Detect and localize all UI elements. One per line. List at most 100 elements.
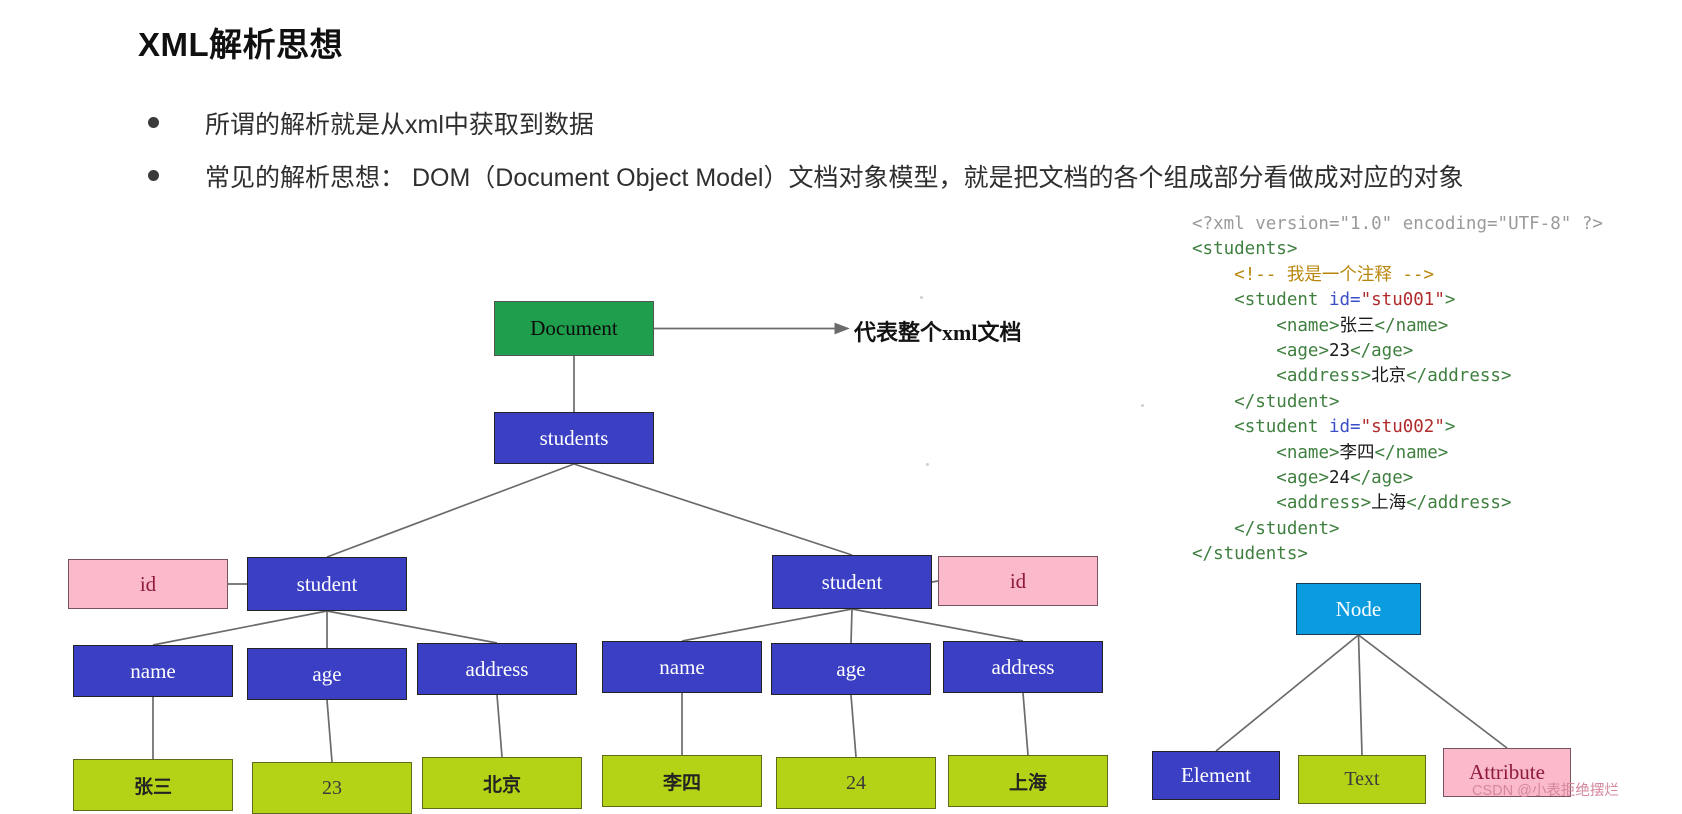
node-label: 张三: [133, 776, 172, 798]
code-line: <students>: [1192, 237, 1603, 262]
bullet-dot-icon: [148, 170, 159, 181]
node-label: Node: [1335, 596, 1382, 621]
code-line: <student id="stu002">: [1192, 415, 1603, 440]
code-token: <age>: [1276, 341, 1329, 362]
dom-node-name2[interactable]: name: [602, 641, 762, 693]
node-label: student: [821, 569, 883, 594]
node-label: student: [296, 571, 358, 596]
node-label: age: [312, 661, 342, 686]
dom-node-address2[interactable]: address: [943, 641, 1103, 693]
code-token: <address>: [1276, 366, 1372, 387]
code-token: <age>: [1276, 468, 1329, 489]
code-token: 23: [1328, 341, 1351, 362]
code-token: </address>: [1406, 366, 1512, 387]
code-line: <student id="stu001">: [1192, 288, 1603, 313]
node-label: 上海: [1008, 772, 1047, 794]
code-token: </student>: [1234, 391, 1340, 412]
code-line: <name>李四</name>: [1192, 441, 1603, 466]
xml-code-block: <?xml version="1.0" encoding="UTF-8" ?> <…: [1192, 212, 1603, 568]
code-token: <name>: [1276, 315, 1340, 336]
code-token: <!-- 我是一个注释 -->: [1234, 264, 1434, 285]
dom-node-val-addr2[interactable]: 上海: [948, 755, 1108, 807]
code-token: <address>: [1276, 493, 1372, 514]
code-line: <address>上海</address>: [1192, 491, 1603, 516]
node-label: id: [1009, 568, 1027, 593]
dom-node-age1[interactable]: age: [247, 648, 407, 700]
connector-line: [326, 610, 498, 644]
document-annotation: 代表整个xml文档: [854, 320, 1022, 345]
bullet-item-2: 常见的解析思想： DOM（Document Object Model）文档对象模…: [148, 158, 1463, 194]
dom-node-age2[interactable]: age: [771, 643, 931, 695]
connector-line: [1357, 634, 1508, 749]
node-label: 北京: [482, 774, 521, 796]
code-token: id=: [1328, 290, 1361, 311]
node-label: 李四: [662, 772, 701, 794]
code-token: 上海: [1371, 493, 1407, 514]
connector-line: [1357, 634, 1363, 756]
dom-node-val-addr1[interactable]: 北京: [422, 757, 582, 809]
bullet-text-2: 常见的解析思想： DOM（Document Object Model）文档对象模…: [205, 164, 1464, 192]
csdn-watermark: CSDN @小表拒绝摆烂: [1472, 783, 1619, 799]
code-token: <?xml version="1.0" encoding="UTF-8" ?>: [1192, 214, 1603, 234]
bullet-dot-icon: [148, 117, 159, 128]
dom-node-address1[interactable]: address: [417, 643, 577, 695]
code-token: <students>: [1192, 239, 1298, 260]
node-label: name: [659, 654, 705, 679]
connector-line: [851, 608, 1024, 642]
code-token: 北京: [1371, 366, 1407, 387]
dom-node-student2[interactable]: student: [772, 555, 932, 609]
node-label: Text: [1344, 768, 1380, 790]
node-label: id: [139, 571, 157, 596]
code-token: 24: [1328, 468, 1351, 489]
dom-node-val-age2[interactable]: 24: [776, 757, 936, 809]
scan-speck: [920, 296, 923, 299]
node-label: address: [991, 654, 1055, 679]
dom-node-id1[interactable]: id: [68, 559, 228, 609]
connector-line: [496, 694, 503, 758]
bullet-item-1: 所谓的解析就是从xml中获取到数据: [148, 105, 594, 141]
code-token: 张三: [1339, 315, 1375, 336]
code-token: </address>: [1406, 493, 1512, 514]
scan-speck: [926, 463, 929, 466]
dom-node-val-name2[interactable]: 李四: [602, 755, 762, 807]
code-token: >: [1444, 290, 1456, 311]
code-token: </name>: [1374, 442, 1449, 463]
code-line: </students>: [1192, 542, 1603, 567]
dom-node-name1[interactable]: name: [73, 645, 233, 697]
connector-line: [573, 463, 853, 556]
connector-line: [850, 608, 853, 644]
code-token: <student: [1234, 290, 1329, 311]
connector-line: [152, 610, 328, 646]
node-label: 23: [322, 776, 342, 799]
code-token: </name>: [1374, 315, 1449, 336]
dom-node-document[interactable]: Document: [494, 301, 654, 356]
node-node-element[interactable]: Element: [1152, 751, 1280, 800]
node-label: students: [539, 425, 609, 450]
connector-line: [326, 699, 333, 763]
code-token: </age>: [1350, 468, 1414, 489]
node-label: Element: [1181, 763, 1251, 787]
code-token: id=: [1328, 417, 1361, 438]
dom-node-id2[interactable]: id: [938, 556, 1098, 606]
connector-line: [1215, 634, 1360, 752]
bullet-text-1: 所谓的解析就是从xml中获取到数据: [205, 111, 594, 139]
code-line: </student>: [1192, 517, 1603, 542]
code-token: <name>: [1276, 442, 1340, 463]
code-token: </student>: [1234, 518, 1340, 539]
code-line: <address>北京</address>: [1192, 364, 1603, 389]
node-node-node[interactable]: Node: [1296, 583, 1421, 635]
code-line: <!-- 我是一个注释 -->: [1192, 263, 1603, 288]
dom-node-val-age1[interactable]: 23: [252, 762, 412, 814]
code-line: <age>24</age>: [1192, 466, 1603, 491]
dom-node-students[interactable]: students: [494, 412, 654, 464]
node-label: Document: [530, 316, 618, 340]
page-title: XML解析思想: [138, 26, 344, 63]
scan-speck: [1141, 404, 1144, 407]
node-node-text[interactable]: Text: [1298, 755, 1426, 804]
code-token: </students>: [1192, 544, 1308, 565]
connector-line: [326, 463, 575, 558]
code-token: 李四: [1339, 442, 1375, 463]
dom-node-val-name1[interactable]: 张三: [73, 759, 233, 811]
dom-node-student1[interactable]: student: [247, 557, 407, 611]
code-line: </student>: [1192, 390, 1603, 415]
